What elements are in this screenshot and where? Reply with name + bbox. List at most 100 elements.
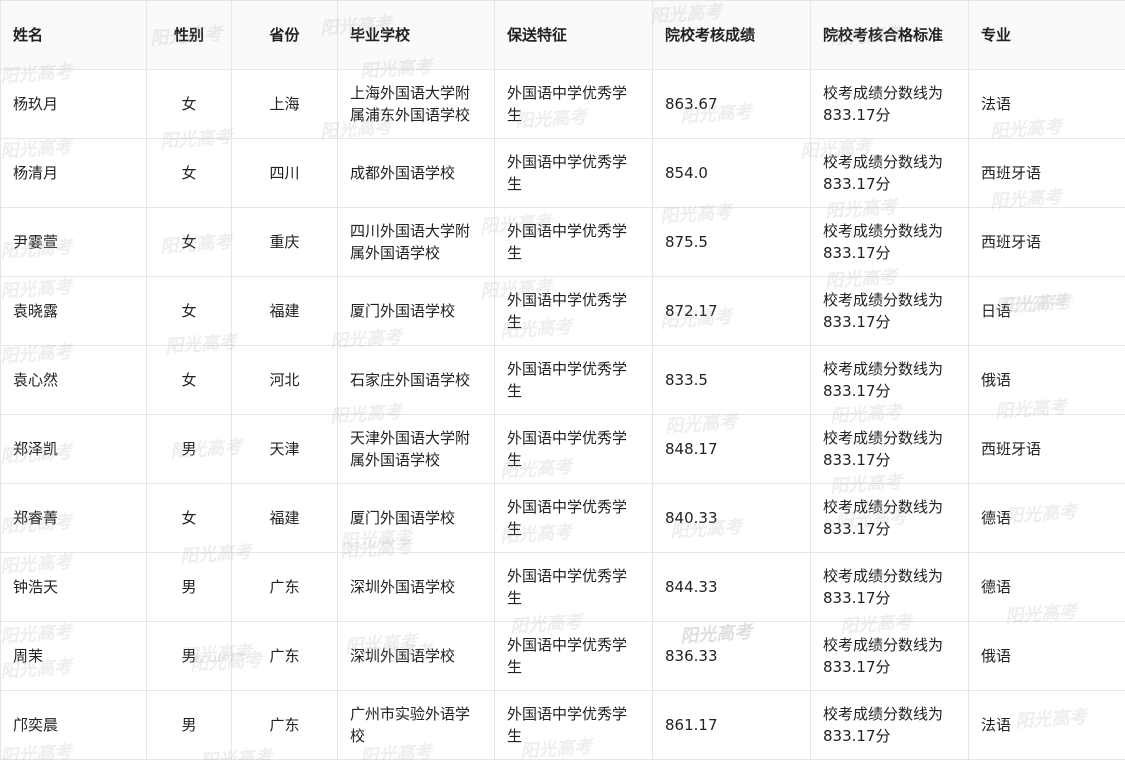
cell-score: 854.0 (652, 138, 811, 208)
cell-gender: 男 (146, 414, 232, 484)
cell-score: 833.5 (652, 345, 811, 415)
cell-school: 深圳外国语学校 (337, 552, 495, 622)
cell-school: 广州市实验外语学校 (337, 690, 495, 760)
table-row: 袁心然女河北 石家庄外国语学校 外国语中学优秀学生 833.5 校考成绩分数线为833.… (0, 345, 1125, 415)
cell-gender: 女 (146, 483, 232, 553)
header-major: 专业 (968, 0, 1125, 70)
cell-name: 袁心然 (0, 345, 147, 415)
cell-province: 四川 (231, 138, 338, 208)
cell-name: 袁晓露 (0, 276, 147, 346)
header-feature: 保送特征 (494, 0, 653, 70)
cell-major: 俄语 (968, 621, 1125, 691)
cell-gender: 女 (146, 138, 232, 208)
cell-school: 石家庄外国语学校 (337, 345, 495, 415)
cell-standard: 校考成绩分数线为833.17分 (810, 621, 969, 691)
cell-standard: 校考成绩分数线为833.17分 (810, 69, 969, 139)
cell-standard: 校考成绩分数线为833.17分 (810, 138, 969, 208)
cell-standard: 校考成绩分数线为833.17分 (810, 483, 969, 553)
table-row: 杨清月女四川 成都外国语学校 外国语中学优秀学生 854.0 校考成绩分数线为833.1… (0, 138, 1125, 208)
cell-major: 德语 (968, 552, 1125, 622)
cell-major: 德语 (968, 483, 1125, 553)
cell-gender: 女 (146, 207, 232, 277)
cell-province: 福建 (231, 276, 338, 346)
cell-score: 875.5 (652, 207, 811, 277)
cell-standard: 校考成绩分数线为833.17分 (810, 276, 969, 346)
table-body: 杨玖月女上海 上海外国语大学附属浦东外国语学校 外国语中学优秀学生 863.67 校考成… (0, 69, 1125, 760)
cell-score: 836.33 (652, 621, 811, 691)
cell-school: 深圳外国语学校 (337, 621, 495, 691)
cell-standard: 校考成绩分数线为833.17分 (810, 207, 969, 277)
table-row: 钟浩天男广东 深圳外国语学校 外国语中学优秀学生 844.33 校考成绩分数线为833.… (0, 552, 1125, 622)
cell-major: 西班牙语 (968, 138, 1125, 208)
cell-school: 上海外国语大学附属浦东外国语学校 (337, 69, 495, 139)
cell-score: 863.67 (652, 69, 811, 139)
cell-standard: 校考成绩分数线为833.17分 (810, 414, 969, 484)
cell-score: 861.17 (652, 690, 811, 760)
cell-province: 河北 (231, 345, 338, 415)
cell-name: 尹霎萱 (0, 207, 147, 277)
cell-major: 西班牙语 (968, 414, 1125, 484)
cell-gender: 男 (146, 690, 232, 760)
table-row: 郑泽凯男天津 天津外国语大学附属外国语学校 外国语中学优秀学生 848.17 校考成绩分… (0, 414, 1125, 484)
cell-province: 广东 (231, 552, 338, 622)
cell-major: 俄语 (968, 345, 1125, 415)
table-row: 郑睿菁女福建 厦门外国语学校 外国语中学优秀学生 840.33 校考成绩分数线为833.… (0, 483, 1125, 553)
cell-feature: 外国语中学优秀学生 (494, 276, 653, 346)
cell-major: 日语 (968, 276, 1125, 346)
cell-school: 四川外国语大学附属外国语学校 (337, 207, 495, 277)
cell-gender: 女 (146, 276, 232, 346)
header-row: 姓名 性别 省份 毕业学校 保送特征 院校考核成绩 院校考核合格标准 专业 (0, 0, 1125, 70)
cell-feature: 外国语中学优秀学生 (494, 414, 653, 484)
cell-province: 上海 (231, 69, 338, 139)
cell-province: 广东 (231, 621, 338, 691)
table-row: 袁晓露女福建 厦门外国语学校 外国语中学优秀学生 872.17 校考成绩分数线为833.… (0, 276, 1125, 346)
header-school: 毕业学校 (337, 0, 495, 70)
cell-major: 西班牙语 (968, 207, 1125, 277)
cell-school: 天津外国语大学附属外国语学校 (337, 414, 495, 484)
cell-name: 郑泽凯 (0, 414, 147, 484)
cell-name: 杨清月 (0, 138, 147, 208)
table-row: 尹霎萱女重庆 四川外国语大学附属外国语学校 外国语中学优秀学生 875.5 校考成绩分数… (0, 207, 1125, 277)
cell-gender: 女 (146, 345, 232, 415)
cell-school: 厦门外国语学校 (337, 276, 495, 346)
cell-gender: 男 (146, 621, 232, 691)
cell-major: 法语 (968, 690, 1125, 760)
cell-feature: 外国语中学优秀学生 (494, 69, 653, 139)
cell-province: 重庆 (231, 207, 338, 277)
cell-name: 邝奕晨 (0, 690, 147, 760)
cell-school: 成都外国语学校 (337, 138, 495, 208)
cell-feature: 外国语中学优秀学生 (494, 207, 653, 277)
cell-feature: 外国语中学优秀学生 (494, 345, 653, 415)
cell-major: 法语 (968, 69, 1125, 139)
cell-gender: 男 (146, 552, 232, 622)
cell-gender: 女 (146, 69, 232, 139)
cell-standard: 校考成绩分数线为833.17分 (810, 690, 969, 760)
header-gender: 性别 (146, 0, 232, 70)
header-standard: 院校考核合格标准 (810, 0, 969, 70)
cell-feature: 外国语中学优秀学生 (494, 552, 653, 622)
cell-name: 杨玖月 (0, 69, 147, 139)
header-province: 省份 (231, 0, 338, 70)
cell-standard: 校考成绩分数线为833.17分 (810, 552, 969, 622)
cell-school: 厦门外国语学校 (337, 483, 495, 553)
header-name: 姓名 (0, 0, 147, 70)
cell-name: 周茉 (0, 621, 147, 691)
cell-province: 福建 (231, 483, 338, 553)
cell-feature: 外国语中学优秀学生 (494, 621, 653, 691)
cell-feature: 外国语中学优秀学生 (494, 483, 653, 553)
cell-province: 广东 (231, 690, 338, 760)
cell-name: 郑睿菁 (0, 483, 147, 553)
cell-score: 848.17 (652, 414, 811, 484)
header-score: 院校考核成绩 (652, 0, 811, 70)
cell-standard: 校考成绩分数线为833.17分 (810, 345, 969, 415)
cell-score: 872.17 (652, 276, 811, 346)
table-row: 邝奕晨男广东 广州市实验外语学校 外国语中学优秀学生 861.17 校考成绩分数线为83… (0, 690, 1125, 760)
cell-feature: 外国语中学优秀学生 (494, 138, 653, 208)
cell-score: 844.33 (652, 552, 811, 622)
table-row: 周茉男广东 深圳外国语学校 外国语中学优秀学生 836.33 校考成绩分数线为833.1… (0, 621, 1125, 691)
admission-table: 姓名 性别 省份 毕业学校 保送特征 院校考核成绩 院校考核合格标准 专业 杨玖… (0, 0, 1125, 760)
cell-feature: 外国语中学优秀学生 (494, 690, 653, 760)
cell-score: 840.33 (652, 483, 811, 553)
cell-name: 钟浩天 (0, 552, 147, 622)
cell-province: 天津 (231, 414, 338, 484)
